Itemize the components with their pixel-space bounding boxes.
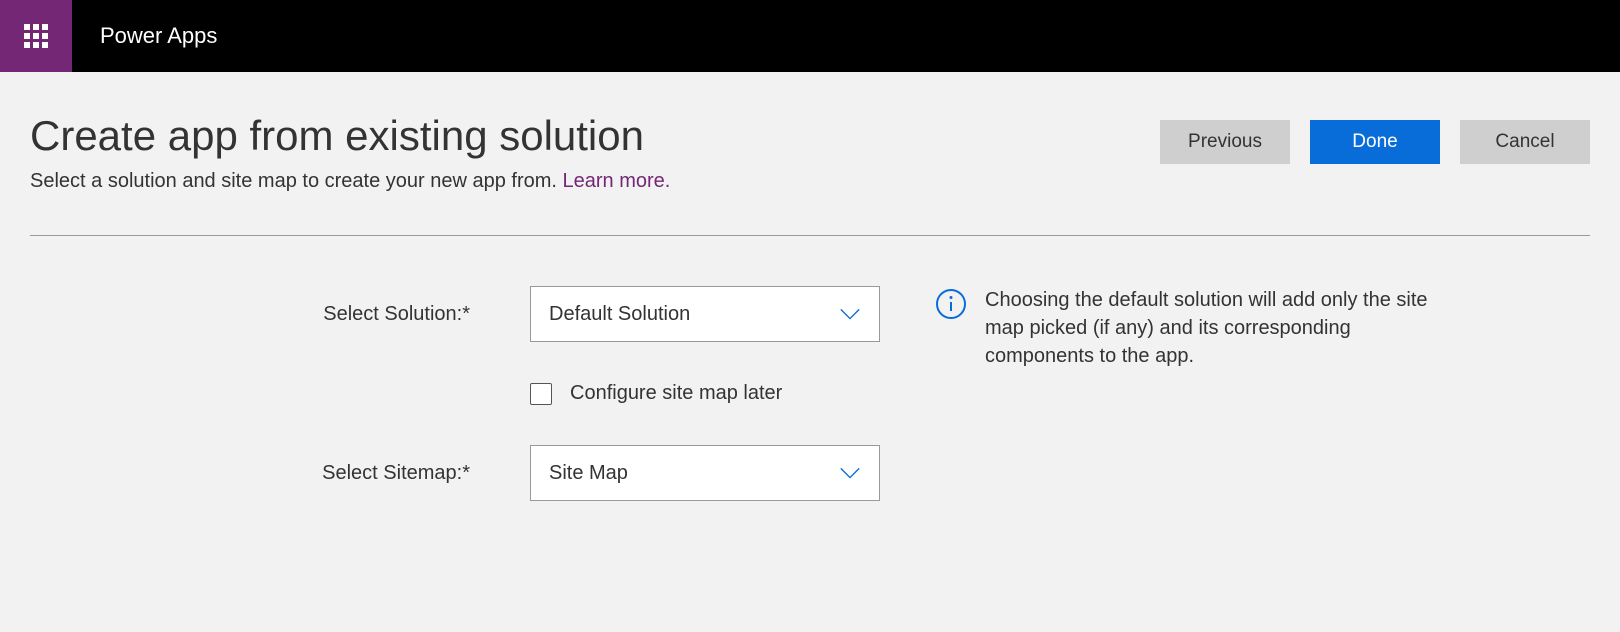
section-divider	[30, 235, 1590, 236]
sitemap-select[interactable]: Site Map	[530, 445, 880, 501]
info-text: Choosing the default solution will add o…	[985, 286, 1455, 370]
waffle-icon	[24, 24, 48, 48]
top-bar: Power Apps	[0, 0, 1620, 72]
sitemap-selected-value: Site Map	[549, 462, 628, 485]
previous-button[interactable]: Previous	[1160, 120, 1290, 164]
page-subtitle: Select a solution and site map to create…	[30, 170, 670, 193]
solution-selected-value: Default Solution	[549, 303, 690, 326]
sitemap-row: Select Sitemap:* Site Map	[30, 445, 880, 501]
form-rows: Select Solution:* Default Solution Confi…	[30, 286, 880, 541]
solution-select[interactable]: Default Solution	[530, 286, 880, 342]
app-launcher-button[interactable]	[0, 0, 72, 72]
info-callout: Choosing the default solution will add o…	[935, 286, 1455, 370]
learn-more-link[interactable]: Learn more.	[563, 170, 671, 192]
solution-row: Select Solution:* Default Solution	[30, 286, 880, 342]
cancel-button[interactable]: Cancel	[1460, 120, 1590, 164]
configure-later-control: Configure site map later	[530, 382, 782, 405]
configure-later-checkbox[interactable]	[530, 383, 552, 405]
page-header: Create app from existing solution Select…	[30, 112, 1590, 193]
configure-later-row: Configure site map later	[30, 382, 880, 405]
form-area: Select Solution:* Default Solution Confi…	[30, 286, 1590, 541]
info-icon	[935, 288, 967, 320]
subtitle-text: Select a solution and site map to create…	[30, 170, 563, 192]
chevron-down-icon	[839, 466, 861, 480]
sitemap-label: Select Sitemap:*	[30, 462, 530, 485]
action-buttons: Previous Done Cancel	[1160, 112, 1590, 164]
page-title: Create app from existing solution	[30, 112, 670, 160]
solution-label: Select Solution:*	[30, 303, 530, 326]
app-name: Power Apps	[72, 23, 217, 49]
title-block: Create app from existing solution Select…	[30, 112, 670, 193]
done-button[interactable]: Done	[1310, 120, 1440, 164]
configure-later-label: Configure site map later	[570, 382, 782, 405]
chevron-down-icon	[839, 307, 861, 321]
main-content: Create app from existing solution Select…	[0, 72, 1620, 541]
